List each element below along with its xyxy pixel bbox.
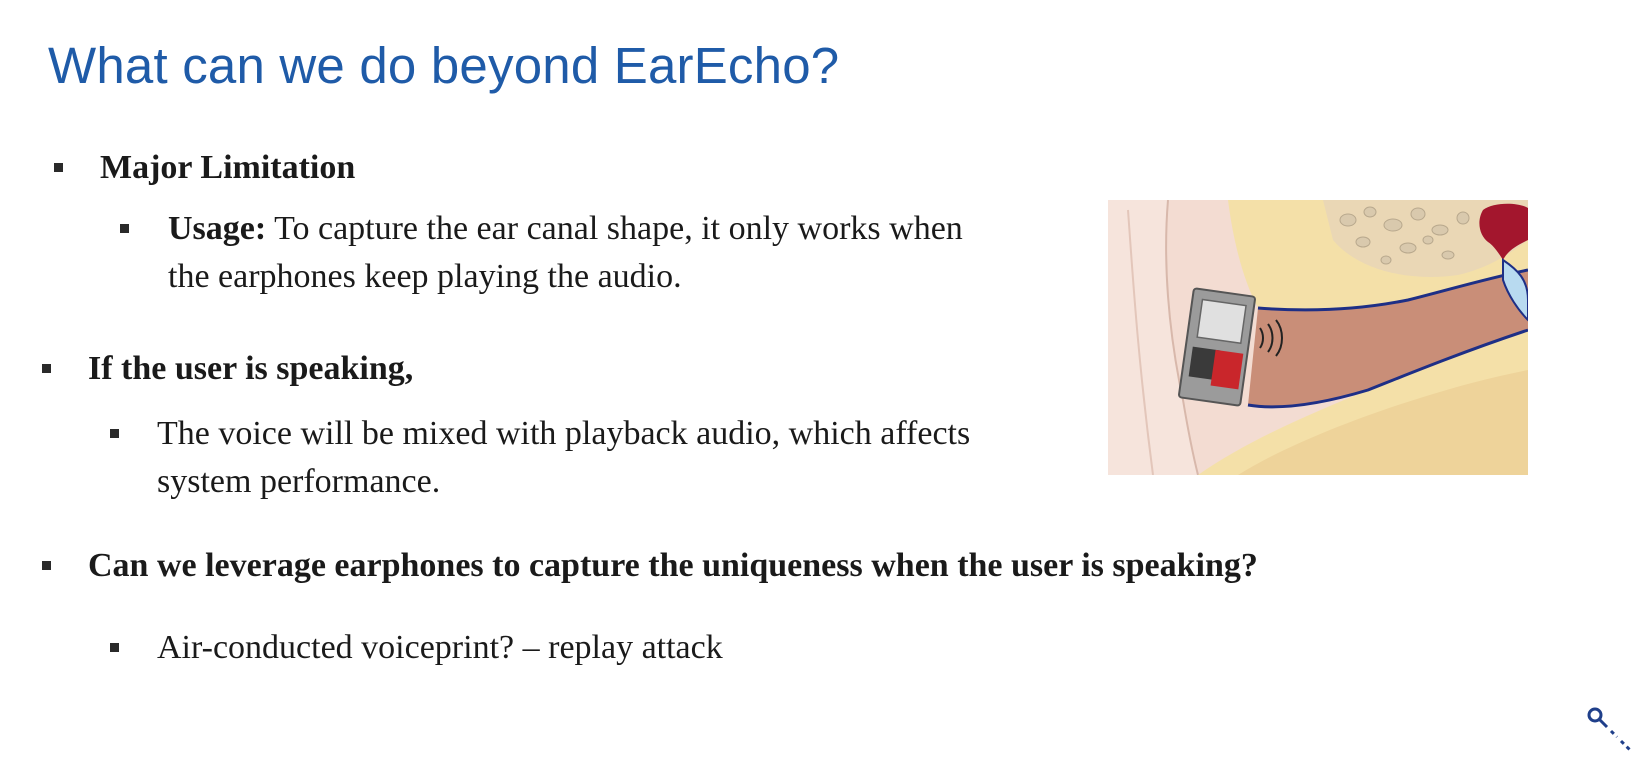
slide: What can we do beyond EarEcho? Major Lim… — [0, 0, 1641, 762]
bullet-air-conducted: Air-conducted voiceprint? – replay attac… — [157, 629, 723, 666]
ear-canal-figure — [1108, 200, 1528, 475]
bullet-marker — [110, 643, 119, 652]
bullet-major-limitation: Major Limitation — [100, 149, 356, 186]
usage-text: To capture the ear canal shape, it only … — [266, 210, 963, 247]
bullet-leverage-question: Can we leverage earphones to capture the… — [88, 547, 1258, 584]
bullet-marker — [54, 163, 63, 172]
bullet-marker — [110, 429, 119, 438]
slide-title: What can we do beyond EarEcho? — [48, 37, 840, 94]
magnifier-cursor-icon — [1585, 703, 1635, 753]
voice-continuation: system performance. — [157, 463, 441, 500]
ear-canal-earphone-illustration — [1108, 200, 1528, 475]
bullet-voice-mixed: The voice will be mixed with playback au… — [157, 415, 971, 452]
bullet-usage: Usage: To capture the ear canal shape, i… — [168, 205, 963, 253]
bullet-if-speaking: If the user is speaking, — [88, 350, 414, 387]
bullet-marker — [42, 364, 51, 373]
usage-label: Usage: — [168, 210, 267, 247]
usage-continuation: the earphones keep playing the audio. — [168, 258, 682, 295]
bullet-marker — [42, 561, 51, 570]
bullet-marker — [120, 224, 129, 233]
